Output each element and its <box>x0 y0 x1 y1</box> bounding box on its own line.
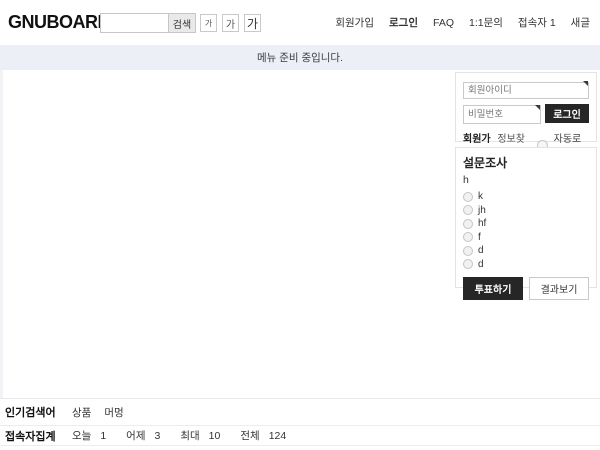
stat-value: 1 <box>100 430 106 442</box>
input-corner-icon <box>535 105 540 110</box>
stat-name: 최대 <box>180 428 199 443</box>
login-box: 로그인 회원가입 정보찾기 자동로그인 <box>455 72 597 142</box>
stat-name: 오늘 <box>72 428 91 443</box>
header: GNUBOARD5 검색 가 가 가 회원가입 로그인 FAQ 1:1문의 접속… <box>0 0 600 45</box>
poll-option: hf <box>463 217 589 231</box>
poll-option-label: hf <box>478 218 486 229</box>
stat-today: 오늘 1 <box>72 428 106 443</box>
font-reset-button[interactable]: 가 <box>222 14 239 32</box>
poll-box: 설문조사 h k jh hf f d <box>455 147 597 288</box>
stat-value: 3 <box>155 430 161 442</box>
input-corner-icon <box>583 81 588 86</box>
stat-value: 10 <box>209 430 221 442</box>
menu-item-join[interactable]: 회원가입 <box>335 15 374 30</box>
menu-item-connected-users[interactable]: 접속자 1 <box>518 15 556 30</box>
password-field-wrap <box>463 104 541 124</box>
password-input[interactable] <box>463 105 541 124</box>
popular-search-row: 인기검색어 상품 머멍 <box>0 398 600 425</box>
menu-notice-bar: 메뉴 준비 중입니다. <box>0 45 600 70</box>
login-button[interactable]: 로그인 <box>545 104 589 123</box>
poll-question: h <box>463 174 589 186</box>
poll-vote-button[interactable]: 투표하기 <box>463 277 523 300</box>
poll-option-radio[interactable] <box>463 259 473 269</box>
poll-options: k jh hf f d d <box>463 190 589 271</box>
poll-option-label: d <box>478 245 484 256</box>
poll-option: jh <box>463 204 589 218</box>
menu-item-qna[interactable]: 1:1문의 <box>469 15 503 30</box>
poll-buttons-row: 투표하기 결과보기 <box>463 277 589 300</box>
header-menu: 회원가입 로그인 FAQ 1:1문의 접속자 1 새글 <box>335 0 590 45</box>
poll-option-radio[interactable] <box>463 246 473 256</box>
poll-option-label: jh <box>478 205 486 216</box>
poll-option: f <box>463 231 589 245</box>
font-larger-button[interactable]: 가 <box>244 14 261 32</box>
stat-max: 최대 10 <box>180 428 220 443</box>
menu-item-login[interactable]: 로그인 <box>389 15 418 30</box>
menu-notice-text: 메뉴 준비 중입니다. <box>257 50 343 65</box>
font-smaller-button[interactable]: 가 <box>200 14 217 32</box>
poll-option: d <box>463 258 589 272</box>
stat-value: 124 <box>269 430 287 442</box>
popular-keyword-link[interactable]: 머멍 <box>104 405 123 420</box>
poll-title: 설문조사 <box>463 154 589 171</box>
member-id-field-wrap <box>463 80 589 99</box>
stat-yesterday: 어제 3 <box>126 428 160 443</box>
visitor-stats-label: 접속자집계 <box>5 428 72 444</box>
popular-search-label: 인기검색어 <box>5 404 72 420</box>
poll-option-label: k <box>478 191 483 202</box>
poll-option-radio[interactable] <box>463 205 473 215</box>
stat-name: 어제 <box>126 428 145 443</box>
poll-results-button[interactable]: 결과보기 <box>529 277 589 300</box>
page: GNUBOARD5 검색 가 가 가 회원가입 로그인 FAQ 1:1문의 접속… <box>0 0 600 450</box>
poll-option-label: d <box>478 259 484 270</box>
search-button[interactable]: 검색 <box>168 13 196 33</box>
visitor-stats-row: 접속자집계 오늘 1 어제 3 최대 10 전체 124 <box>0 425 600 446</box>
popular-keyword-link[interactable]: 상품 <box>72 405 91 420</box>
stat-name: 전체 <box>240 428 259 443</box>
poll-option-radio[interactable] <box>463 192 473 202</box>
header-search: 검색 <box>100 13 196 33</box>
poll-option: d <box>463 244 589 258</box>
poll-option-radio[interactable] <box>463 232 473 242</box>
password-row: 로그인 <box>463 104 589 124</box>
stat-total: 전체 124 <box>240 428 286 443</box>
member-id-input[interactable] <box>463 82 589 99</box>
poll-option-label: f <box>478 232 481 243</box>
poll-option-radio[interactable] <box>463 219 473 229</box>
poll-option: k <box>463 190 589 204</box>
menu-item-new-posts[interactable]: 새글 <box>571 15 590 30</box>
font-resize-buttons: 가 가 가 <box>200 14 261 32</box>
search-input[interactable] <box>100 13 168 33</box>
menu-item-faq[interactable]: FAQ <box>433 17 454 29</box>
